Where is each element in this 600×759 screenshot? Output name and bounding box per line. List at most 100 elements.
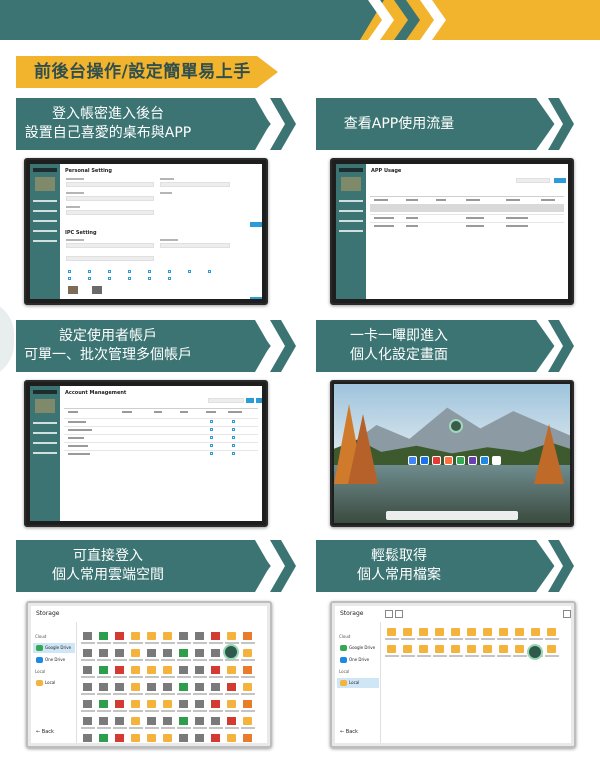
folder-icon[interactable] <box>419 645 428 653</box>
folder-icon[interactable] <box>467 628 476 636</box>
file-icon[interactable] <box>211 717 220 725</box>
folder-icon[interactable] <box>131 649 140 657</box>
folder-icon[interactable] <box>483 645 492 653</box>
folder-icon[interactable] <box>131 666 140 674</box>
folder-icon[interactable] <box>435 628 444 636</box>
file-icon[interactable] <box>83 683 92 691</box>
folder-icon[interactable] <box>147 700 156 708</box>
app-icon[interactable] <box>420 456 429 465</box>
file-icon[interactable] <box>115 666 124 674</box>
file-icon[interactable] <box>163 649 172 657</box>
folder-icon[interactable] <box>451 645 460 653</box>
file-icon[interactable] <box>83 734 92 742</box>
app-icon[interactable] <box>444 456 453 465</box>
file-icon[interactable] <box>115 734 124 742</box>
back-arrow-icon[interactable] <box>395 610 403 618</box>
file-icon[interactable] <box>195 649 204 657</box>
file-icon[interactable] <box>179 666 188 674</box>
file-icon[interactable] <box>243 666 252 674</box>
file-icon[interactable] <box>179 700 188 708</box>
folder-icon[interactable] <box>451 628 460 636</box>
file-icon[interactable] <box>195 717 204 725</box>
file-icon[interactable] <box>211 649 220 657</box>
file-icon[interactable] <box>179 649 188 657</box>
file-icon[interactable] <box>147 649 156 657</box>
file-icon[interactable] <box>147 683 156 691</box>
folder-icon[interactable] <box>227 734 236 742</box>
folder-icon[interactable] <box>131 734 140 742</box>
file-icon[interactable] <box>99 734 108 742</box>
folder-icon[interactable] <box>227 666 236 674</box>
folder-view-icon[interactable] <box>563 610 571 618</box>
file-icon[interactable] <box>83 666 92 674</box>
sidebar-item-one-drive[interactable]: One Drive <box>337 655 379 665</box>
folder-icon[interactable] <box>163 700 172 708</box>
folder-icon[interactable] <box>403 645 412 653</box>
folder-icon[interactable] <box>403 628 412 636</box>
folder-icon[interactable] <box>147 666 156 674</box>
folder-icon[interactable] <box>163 734 172 742</box>
folder-icon[interactable] <box>147 734 156 742</box>
folder-icon[interactable] <box>531 628 540 636</box>
folder-icon[interactable] <box>131 700 140 708</box>
file-icon[interactable] <box>115 700 124 708</box>
file-icon[interactable] <box>99 683 108 691</box>
file-icon[interactable] <box>147 717 156 725</box>
sidebar-item-google-drive[interactable]: Google Drive <box>33 643 75 653</box>
file-icon[interactable] <box>211 666 220 674</box>
file-icon[interactable] <box>179 734 188 742</box>
sidebar-item-google-drive[interactable]: Google Drive <box>337 643 379 653</box>
folder-icon[interactable] <box>163 632 172 640</box>
folder-icon[interactable] <box>547 628 556 636</box>
folder-icon[interactable] <box>243 717 252 725</box>
file-icon[interactable] <box>115 717 124 725</box>
file-icon[interactable] <box>115 649 124 657</box>
back-button[interactable]: ← Back <box>36 729 54 735</box>
app-icon[interactable] <box>408 456 417 465</box>
app-icon[interactable] <box>492 456 501 465</box>
folder-icon[interactable] <box>147 632 156 640</box>
file-icon[interactable] <box>99 666 108 674</box>
file-icon[interactable] <box>211 700 220 708</box>
file-icon[interactable] <box>83 649 92 657</box>
folder-icon[interactable] <box>419 628 428 636</box>
folder-icon[interactable] <box>387 628 396 636</box>
file-icon[interactable] <box>179 717 188 725</box>
file-icon[interactable] <box>83 717 92 725</box>
app-icon[interactable] <box>468 456 477 465</box>
file-icon[interactable] <box>99 717 108 725</box>
folder-icon[interactable] <box>243 683 252 691</box>
folder-icon[interactable] <box>467 645 476 653</box>
file-icon[interactable] <box>227 683 236 691</box>
folder-icon[interactable] <box>227 700 236 708</box>
file-icon[interactable] <box>83 700 92 708</box>
file-icon[interactable] <box>195 683 204 691</box>
file-icon[interactable] <box>195 734 204 742</box>
file-icon[interactable] <box>115 683 124 691</box>
folder-icon[interactable] <box>131 717 140 725</box>
file-icon[interactable] <box>211 683 220 691</box>
sidebar-item-local[interactable]: Local <box>337 678 379 688</box>
file-icon[interactable] <box>163 683 172 691</box>
folder-icon[interactable] <box>515 645 524 653</box>
file-icon[interactable] <box>99 649 108 657</box>
file-icon[interactable] <box>211 734 220 742</box>
file-icon[interactable] <box>99 632 108 640</box>
folder-icon[interactable] <box>387 645 396 653</box>
app-icon[interactable] <box>480 456 489 465</box>
back-button[interactable]: ← Back <box>340 729 358 735</box>
folder-icon[interactable] <box>227 632 236 640</box>
app-icon[interactable] <box>456 456 465 465</box>
file-icon[interactable] <box>195 666 204 674</box>
file-icon[interactable] <box>211 632 220 640</box>
file-icon[interactable] <box>83 632 92 640</box>
home-icon[interactable] <box>385 610 393 618</box>
file-icon[interactable] <box>195 632 204 640</box>
file-icon[interactable] <box>195 700 204 708</box>
folder-icon[interactable] <box>499 628 508 636</box>
file-icon[interactable] <box>179 632 188 640</box>
file-icon[interactable] <box>227 717 236 725</box>
folder-icon[interactable] <box>515 628 524 636</box>
file-icon[interactable] <box>163 717 172 725</box>
sidebar-item-one-drive[interactable]: One Drive <box>33 655 75 665</box>
